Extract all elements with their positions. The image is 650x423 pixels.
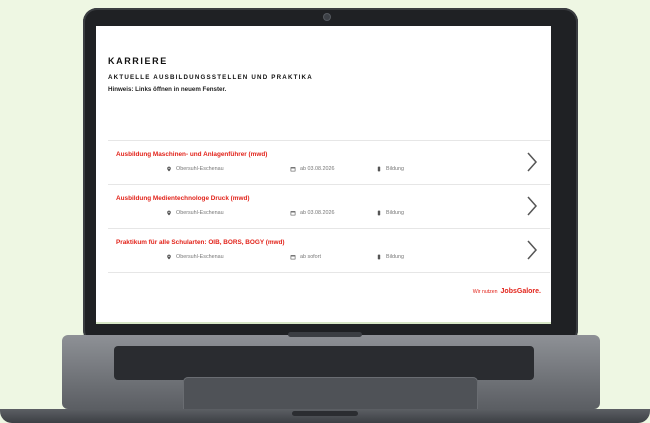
job-title-link[interactable]: Praktikum für alle Schularten: OIB, BORS… [116,239,285,246]
job-category: Bildung [376,166,404,172]
job-start: ab sofort [290,254,321,260]
map-pin-icon [167,254,171,260]
job-category: Bildung [376,210,404,216]
job-start: ab 03.08.2026 [290,166,334,172]
screen-bottom-strip [96,322,551,324]
calendar-icon [290,255,296,260]
page-subtitle: AKTUELLE AUSBILDUNGSSTELLEN UND PRAKTIKA [108,74,313,81]
page-title: KARRIERE [108,56,168,66]
job-title-link[interactable]: Ausbildung Medientechnologe Druck (mwd) [116,195,250,202]
hinge [288,332,362,337]
job-list: Ausbildung Maschinen- und Anlagenführer … [108,140,550,273]
category-text: Bildung [386,166,404,172]
calendar-icon [290,211,296,216]
keyboard [114,346,534,380]
camera-icon [324,14,330,20]
map-pin-icon [167,166,171,172]
powered-by-prefix: Wir nutzen [472,289,498,295]
lip-notch [292,411,358,416]
chevron-right-icon[interactable] [524,195,540,217]
start-text: ab sofort [300,254,321,260]
screen: KARRIERE AKTUELLE AUSBILDUNGSSTELLEN UND… [96,26,551,322]
start-text: ab 03.08.2026 [300,210,335,216]
category-icon [377,210,381,216]
job-category: Bildung [376,254,404,260]
category-icon [377,254,381,260]
job-location: Obersuhl-Eschenau [166,210,224,216]
location-text: Obersuhl-Eschenau [176,210,224,216]
job-location: Obersuhl-Eschenau [166,254,224,260]
map-pin-icon [167,210,171,216]
job-row[interactable]: Ausbildung Maschinen- und Anlagenführer … [108,140,550,184]
location-text: Obersuhl-Eschenau [176,254,224,260]
chevron-right-icon[interactable] [524,151,540,173]
powered-by[interactable]: Wir nutzen JobsGalore. [473,288,541,295]
calendar-icon [290,167,296,172]
job-row[interactable]: Ausbildung Medientechnologe Druck (mwd) … [108,184,550,228]
hint-note: Hinweis: Links öffnen in neuem Fenster. [108,86,227,93]
category-icon [377,166,381,172]
job-row[interactable]: Praktikum für alle Schularten: OIB, BORS… [108,228,550,273]
job-start: ab 03.08.2026 [290,210,334,216]
jobsgalore-logo[interactable]: JobsGalore. [501,288,541,295]
start-text: ab 03.08.2026 [300,166,335,172]
job-location: Obersuhl-Eschenau [166,166,224,172]
job-title-link[interactable]: Ausbildung Maschinen- und Anlagenführer … [116,151,267,158]
location-text: Obersuhl-Eschenau [176,166,224,172]
chevron-right-icon[interactable] [524,239,540,261]
header-block: KARRIERE AKTUELLE AUSBILDUNGSSTELLEN UND… [108,56,538,93]
category-text: Bildung [386,210,404,216]
category-text: Bildung [386,254,404,260]
